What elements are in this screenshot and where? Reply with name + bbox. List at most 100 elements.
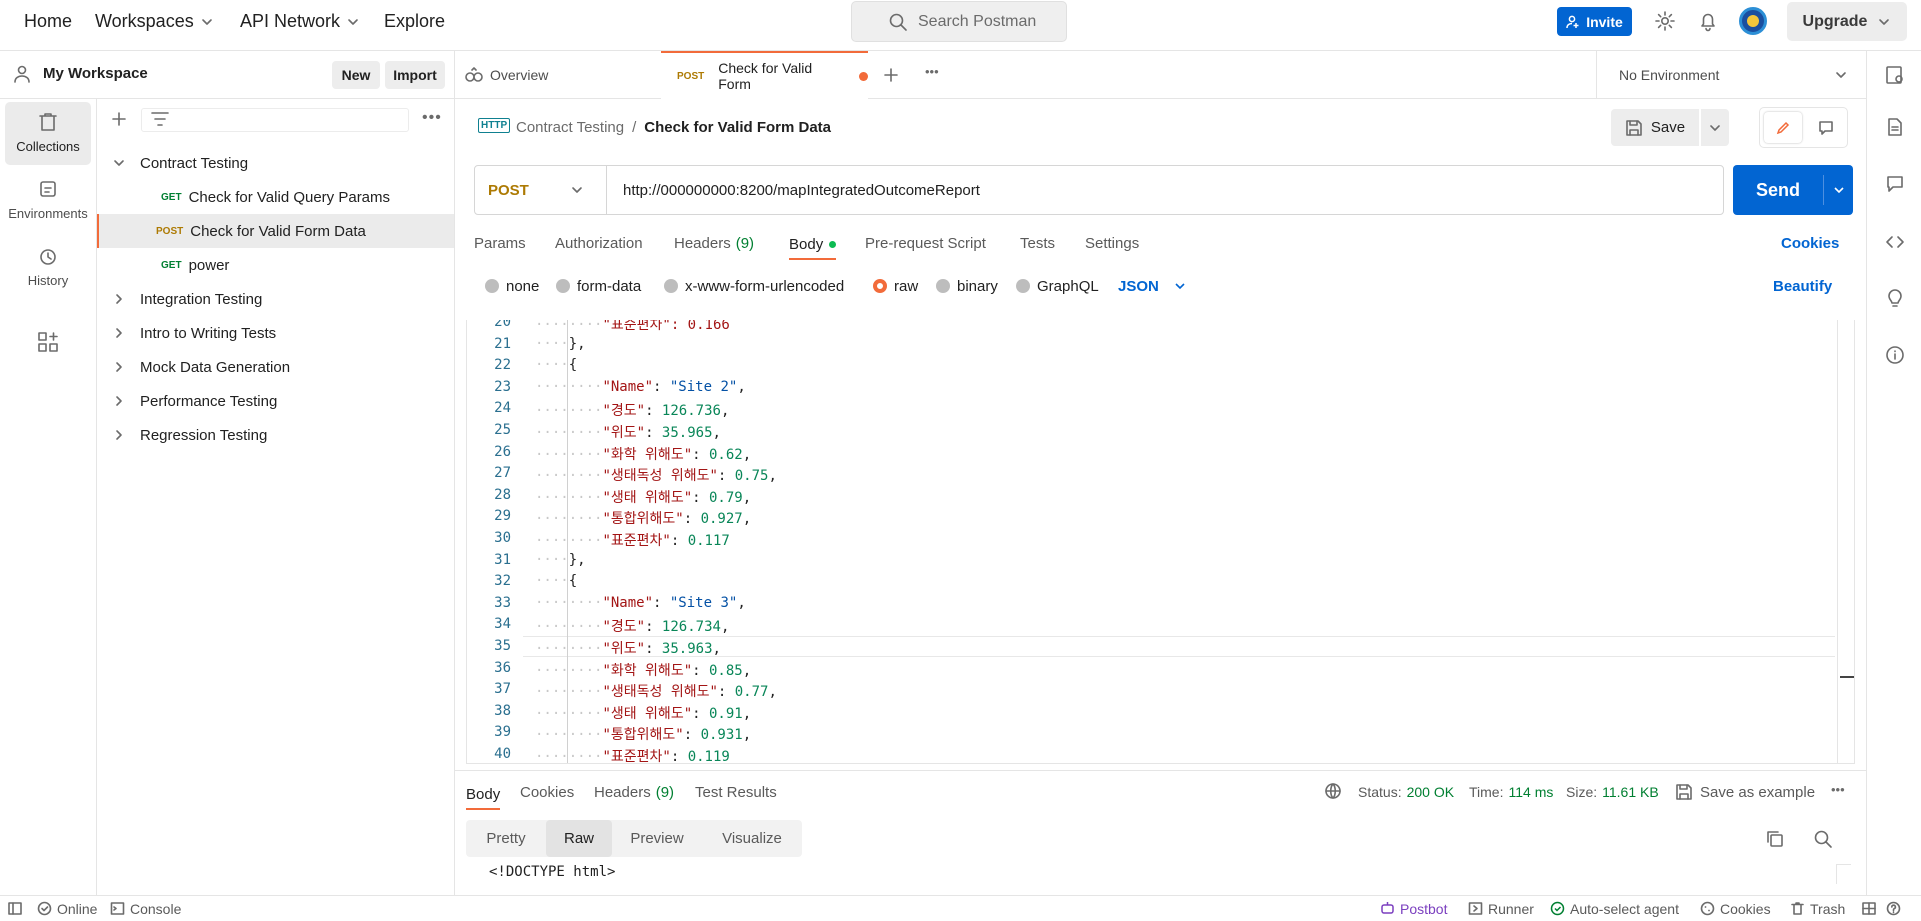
radio-binary[interactable]: binary [936, 275, 998, 297]
view-visualize[interactable]: Visualize [702, 820, 802, 857]
code-icon[interactable] [1885, 232, 1905, 252]
size-info[interactable]: Size: 11.61 KB [1566, 780, 1659, 804]
url-input[interactable]: http://000000000:8200/mapIntegratedOutco… [623, 166, 980, 214]
filter-input[interactable] [141, 108, 409, 132]
nav-explore[interactable]: Explore [384, 0, 445, 43]
response-body-text[interactable]: <!DOCTYPE html> [489, 864, 615, 880]
collection-item[interactable]: Regression Testing [97, 418, 454, 452]
settings-gear-icon[interactable] [1654, 10, 1676, 32]
tab-headers[interactable]: Headers (9) [674, 230, 754, 256]
time-info[interactable]: Time: 114 ms [1469, 780, 1553, 804]
nav-api-network[interactable]: API Network [240, 0, 360, 43]
console-button[interactable]: Console [110, 896, 181, 921]
tab-active-request[interactable]: POST Check for Valid Form [661, 51, 868, 99]
globe-icon[interactable] [1324, 782, 1342, 800]
tab-settings[interactable]: Settings [1085, 230, 1139, 256]
comment-mode-button[interactable] [1808, 112, 1844, 143]
collection-item[interactable]: Integration Testing [97, 282, 454, 316]
collection-item[interactable]: Contract Testing [97, 146, 454, 180]
comments-icon[interactable] [1885, 174, 1905, 194]
view-raw[interactable]: Raw [546, 820, 612, 857]
rail-collections[interactable]: Collections [5, 102, 91, 165]
code-editor[interactable]: 20 ········"표준편차": 0.166 21 ····}, 22 ····{23… [466, 320, 1855, 764]
tab-body[interactable]: Body [789, 230, 837, 260]
plus-icon[interactable] [111, 111, 127, 127]
send-button[interactable]: Send [1733, 165, 1823, 215]
help-icon[interactable] [1886, 901, 1901, 916]
save-options-button[interactable] [1701, 109, 1729, 146]
radio-raw[interactable]: raw [873, 275, 918, 297]
plus-icon[interactable] [883, 67, 899, 83]
edit-mode-button[interactable] [1764, 112, 1802, 143]
postbot-button[interactable]: Postbot [1380, 896, 1447, 921]
radio-urlencoded[interactable]: x-www-form-urlencoded [664, 275, 844, 297]
cookies-link[interactable]: Cookies [1781, 230, 1839, 256]
method-select[interactable]: POST [475, 166, 607, 214]
more-options-icon[interactable]: ••• [422, 109, 442, 127]
beautify-link[interactable]: Beautify [1773, 275, 1832, 297]
cookies-button[interactable]: Cookies [1700, 896, 1771, 921]
line-number: 27 [494, 465, 511, 482]
tab-authorization[interactable]: Authorization [555, 230, 643, 256]
collection-item[interactable]: Intro to Writing Tests [97, 316, 454, 350]
response-scrollbar[interactable] [1836, 864, 1851, 884]
view-preview[interactable]: Preview [612, 820, 702, 857]
status-info[interactable]: Status: 200 OK [1358, 780, 1454, 804]
send-options-button[interactable] [1824, 165, 1853, 215]
editor-scrollbar[interactable] [1837, 320, 1854, 763]
environment-quicklook-icon[interactable] [1885, 65, 1905, 85]
radio-none[interactable]: none [485, 275, 539, 297]
radio-form-data[interactable]: form-data [556, 275, 641, 297]
rail-history[interactable]: History [5, 236, 91, 299]
import-button[interactable]: Import [385, 61, 445, 89]
save-label: Save [1650, 119, 1686, 136]
nav-workspaces[interactable]: Workspaces [95, 0, 214, 43]
search-icon[interactable] [1813, 829, 1833, 849]
response-tab-body[interactable]: Body [466, 780, 501, 810]
environment-select[interactable]: No Environment [1596, 51, 1866, 99]
lightbulb-icon[interactable] [1885, 289, 1905, 309]
auto-select-label: Auto-select agent [1570, 900, 1679, 917]
bell-icon[interactable] [1697, 10, 1719, 32]
nav-home[interactable]: Home [24, 0, 72, 43]
collection-item[interactable]: Mock Data Generation [97, 350, 454, 384]
request-item[interactable]: GET Check for Valid Query Params [97, 180, 454, 214]
documentation-icon[interactable] [1885, 117, 1905, 137]
status-footer: Online Console Postbot Runner Auto-selec… [0, 895, 1921, 920]
tab-params[interactable]: Params [474, 230, 526, 256]
breadcrumb-parent[interactable]: Contract Testing [516, 119, 624, 136]
request-item[interactable]: GET power [97, 248, 454, 282]
invite-button[interactable]: Invite [1557, 7, 1632, 36]
new-button[interactable]: New [332, 61, 380, 89]
toggle-sidebar-icon[interactable] [8, 902, 22, 915]
layout-grid-icon[interactable] [1862, 902, 1876, 915]
view-pretty[interactable]: Pretty [466, 820, 546, 857]
upgrade-button[interactable]: Upgrade [1787, 2, 1907, 41]
avatar[interactable] [1739, 7, 1767, 35]
info-icon[interactable] [1885, 345, 1905, 365]
save-button[interactable]: Save [1611, 109, 1699, 146]
add-apps-icon[interactable] [37, 331, 59, 353]
save-as-example-button[interactable]: Save as example [1675, 780, 1815, 804]
radio-graphql[interactable]: GraphQL [1016, 275, 1099, 297]
format-select[interactable]: JSON [1118, 275, 1187, 297]
tab-prerequest-script[interactable]: Pre-request Script [865, 230, 986, 256]
tab-tests[interactable]: Tests [1020, 230, 1055, 256]
line-number: 30 [494, 530, 511, 546]
trash-button[interactable]: Trash [1790, 896, 1845, 921]
more-tabs-icon[interactable]: ••• [925, 64, 939, 79]
tab-overview[interactable]: Overview [465, 51, 548, 99]
response-more-icon[interactable]: ••• [1831, 782, 1845, 797]
request-item-selected[interactable]: POST Check for Valid Form Data [97, 214, 454, 248]
runner-button[interactable]: Runner [1468, 896, 1534, 921]
response-tab-cookies[interactable]: Cookies [520, 780, 574, 804]
response-tab-test-results[interactable]: Test Results [695, 780, 777, 804]
search-input[interactable]: Search Postman [851, 1, 1067, 42]
collection-item[interactable]: Performance Testing [97, 384, 454, 418]
rail-environments[interactable]: Environments [5, 169, 91, 232]
online-status[interactable]: Online [37, 896, 97, 921]
auto-select-agent-button[interactable]: Auto-select agent [1550, 896, 1679, 921]
trash-icon [1791, 902, 1804, 915]
copy-icon[interactable] [1765, 829, 1785, 849]
response-tab-headers[interactable]: Headers (9) [594, 780, 674, 804]
